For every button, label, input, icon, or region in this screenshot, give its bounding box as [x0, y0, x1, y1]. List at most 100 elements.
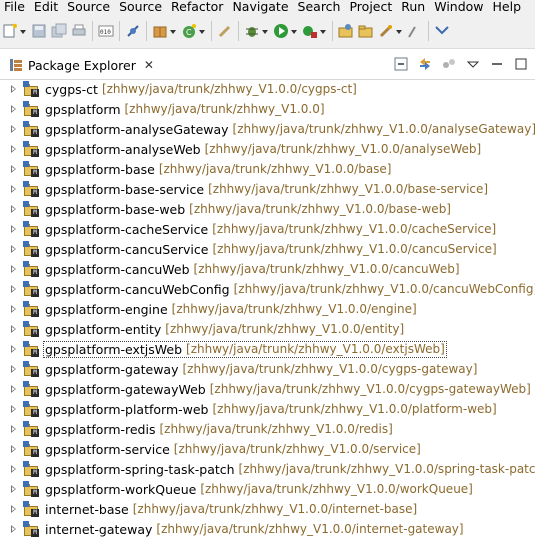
search-dropdown-icon[interactable]	[396, 23, 403, 39]
expand-arrow-icon[interactable]	[11, 259, 17, 279]
expand-arrow-icon[interactable]	[11, 299, 17, 319]
tree-row[interactable]: Mgpsplatform-platform-web [zhhwy/java/tru…	[0, 399, 535, 419]
tree-row[interactable]: Mgpsplatform-base [zhhwy/java/trunk/zhhwy…	[0, 159, 535, 179]
expand-arrow-icon[interactable]	[11, 119, 17, 139]
java-project-icon: M	[23, 181, 39, 197]
expand-arrow-icon[interactable]	[11, 79, 17, 99]
tree-row-label: internet-gateway [zhhwy/java/trunk/zhhwy_…	[44, 522, 465, 537]
new-class-icon[interactable]: C	[181, 23, 197, 39]
expand-arrow-icon[interactable]	[11, 519, 17, 539]
tree-row[interactable]: Mgpsplatform-gatewayWeb [zhhwy/java/trunk…	[0, 379, 535, 399]
tree-row[interactable]: Mgpsplatform-cacheService [zhhwy/java/tru…	[0, 219, 535, 239]
expand-arrow-icon[interactable]	[11, 399, 17, 419]
expand-arrow-icon[interactable]	[11, 359, 17, 379]
close-icon[interactable]: ✕	[144, 58, 154, 72]
expand-arrow-icon[interactable]	[11, 459, 17, 479]
open-type-icon[interactable]	[338, 23, 354, 39]
search-icon[interactable]	[378, 23, 394, 39]
save-icon[interactable]	[31, 23, 47, 39]
expand-arrow-icon[interactable]	[11, 219, 17, 239]
tree-row[interactable]: Mgpsplatform [zhhwy/java/trunk/zhhwy_V1.0…	[0, 99, 535, 119]
edit-pen-icon[interactable]	[217, 23, 233, 39]
tree-row[interactable]: Mcygps-ct [zhhwy/java/trunk/zhhwy_V1.0.0/…	[0, 79, 535, 99]
annotation-icon[interactable]	[407, 23, 423, 39]
menu-help[interactable]: Help	[489, 0, 527, 14]
expand-arrow-icon[interactable]	[11, 379, 17, 399]
java-project-icon: M	[23, 501, 39, 517]
next-annotation-icon[interactable]	[434, 23, 450, 39]
external-tools-dropdown-icon[interactable]	[320, 23, 327, 39]
tree-row[interactable]: Mgpsplatform-analyseGateway [zhhwy/java/t…	[0, 119, 535, 139]
print-icon[interactable]	[71, 23, 87, 39]
tree-row[interactable]: Mgpsplatform-analyseWeb [zhhwy/java/trunk…	[0, 139, 535, 159]
skip-breakpoints-icon[interactable]	[125, 23, 141, 39]
expand-arrow-icon[interactable]	[11, 279, 17, 299]
repository-path: [zhhwy/java/trunk/zhhwy_V1.0.0/cancuServ…	[212, 242, 497, 256]
tree-row[interactable]: Mgpsplatform-entity [zhhwy/java/trunk/zhh…	[0, 319, 535, 339]
tree-row[interactable]: Mgpsplatform-redis [zhhwy/java/trunk/zhhw…	[0, 419, 535, 439]
maximize-icon[interactable]	[513, 56, 529, 72]
expand-arrow-icon[interactable]	[11, 479, 17, 499]
menu-refactor[interactable]: Refactor	[167, 0, 228, 14]
view-menu-icon[interactable]	[465, 56, 481, 72]
menu-project[interactable]: Project	[345, 0, 397, 14]
java-project-icon: M	[23, 381, 39, 397]
java-project-icon: M	[23, 321, 39, 337]
save-all-icon[interactable]	[51, 23, 67, 39]
tree-row[interactable]: Minternet-base [zhhwy/java/trunk/zhhwy_V1…	[0, 499, 535, 519]
tree-row[interactable]: Mgpsplatform-gateway [zhhwy/java/trunk/zh…	[0, 359, 535, 379]
run-icon[interactable]	[273, 23, 289, 39]
expand-arrow-icon[interactable]	[11, 99, 17, 119]
expand-arrow-icon[interactable]	[11, 159, 17, 179]
package-icon[interactable]	[152, 23, 168, 39]
menu-source[interactable]: Source	[63, 0, 115, 14]
expand-arrow-icon[interactable]	[11, 439, 17, 459]
run-dropdown-icon[interactable]	[291, 23, 298, 39]
focus-task-icon[interactable]	[441, 56, 457, 72]
debug-icon[interactable]	[244, 23, 260, 39]
debug-dropdown-icon[interactable]	[262, 23, 269, 39]
menu-window[interactable]: Window	[430, 0, 488, 14]
new-dropdown-icon[interactable]	[20, 23, 27, 39]
menu-navigate[interactable]: Navigate	[228, 0, 293, 14]
tree-row[interactable]: Mgpsplatform-service [zhhwy/java/trunk/zh…	[0, 439, 535, 459]
menu-edit[interactable]: Edit	[30, 0, 63, 14]
tree-row[interactable]: Mgpsplatform-workQueue [zhhwy/java/trunk/…	[0, 479, 535, 499]
binary-icon[interactable]: 010	[98, 23, 114, 39]
tree-row[interactable]: Mgpsplatform-spring-task-patch [zhhwy/jav…	[0, 459, 535, 479]
menu-run[interactable]: Run	[397, 0, 430, 14]
tree-row[interactable]: Minternet-gateway [zhhwy/java/trunk/zhhwy…	[0, 519, 535, 539]
tree-row[interactable]: Mgpsplatform-cancuWebConfig [zhhwy/java/t…	[0, 279, 535, 299]
menu-source-2[interactable]: Source	[115, 0, 167, 14]
java-project-icon: M	[23, 121, 39, 137]
minimize-icon[interactable]	[489, 56, 505, 72]
tree-row[interactable]: Mgpsplatform-cancuService [zhhwy/java/tru…	[0, 239, 535, 259]
new-class-dropdown-icon[interactable]	[199, 23, 206, 39]
expand-arrow-icon[interactable]	[11, 239, 17, 259]
expand-arrow-icon[interactable]	[11, 179, 17, 199]
tree-row[interactable]: Mgpsplatform-base-service [zhhwy/java/tru…	[0, 179, 535, 199]
open-folder-icon[interactable]	[358, 23, 374, 39]
package-dropdown-icon[interactable]	[170, 23, 177, 39]
tree-row[interactable]: Mgpsplatform-cancuWeb [zhhwy/java/trunk/z…	[0, 259, 535, 279]
tab-package-explorer[interactable]: Package Explorer ✕	[4, 53, 158, 77]
tree-row[interactable]: Mgpsplatform-engine [zhhwy/java/trunk/zhh…	[0, 299, 535, 319]
expand-arrow-icon[interactable]	[11, 139, 17, 159]
view-title: Package Explorer	[28, 57, 136, 73]
expand-arrow-icon[interactable]	[11, 339, 17, 359]
expand-arrow-icon[interactable]	[11, 419, 17, 439]
expand-arrow-icon[interactable]	[11, 199, 17, 219]
menu-search[interactable]: Search	[294, 0, 346, 14]
collapse-all-icon[interactable]	[393, 56, 409, 72]
external-tools-icon[interactable]	[302, 23, 318, 39]
expand-arrow-icon[interactable]	[11, 319, 17, 339]
java-project-icon: M	[23, 461, 39, 477]
expand-arrow-icon[interactable]	[11, 499, 17, 519]
new-icon[interactable]	[2, 23, 18, 39]
link-with-editor-icon[interactable]	[417, 56, 433, 72]
tree-row[interactable]: Mgpsplatform-base-web [zhhwy/java/trunk/z…	[0, 199, 535, 219]
tree-row[interactable]: Mgpsplatform-extjsWeb [zhhwy/java/trunk/z…	[0, 339, 535, 359]
menu-file[interactable]: File	[0, 0, 30, 14]
java-project-icon: M	[23, 421, 39, 437]
tree-row-label: gpsplatform-base-service [zhhwy/java/trun…	[44, 182, 489, 197]
